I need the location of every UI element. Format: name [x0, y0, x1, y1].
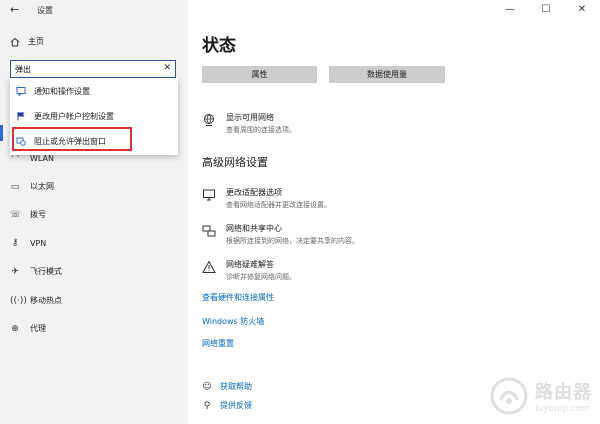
- window-title: 设置: [37, 6, 53, 15]
- sharing-center-item[interactable]: 网络和共享中心 根据所连接到的网络，决定要共享的内容。: [202, 223, 359, 246]
- sidebar: ← 设置 主页 ✕ ◠ WLAN ▭ 以太网 ☏ 拨号 ⚷ VPN ✈ 飞行模式…: [0, 0, 188, 424]
- home-icon: [10, 37, 20, 46]
- help-chat-icon: ☺: [202, 381, 212, 392]
- flag-icon: [16, 111, 26, 121]
- sidebar-item-airplane[interactable]: ✈ 飞行模式: [10, 266, 62, 277]
- sidebar-item-label: 主页: [28, 37, 44, 46]
- sidebar-item-label: 飞行模式: [30, 267, 62, 276]
- hotspot-icon: ((·)): [10, 295, 27, 306]
- data-usage-button[interactable]: 数据使用量: [329, 66, 445, 83]
- watermark: 路由器 luyouqi.com: [489, 376, 592, 416]
- dialup-icon: ☏: [10, 209, 22, 220]
- router-logo-icon: [490, 377, 528, 415]
- hardware-properties-link[interactable]: 查看硬件和连接属性: [202, 292, 274, 303]
- troubleshoot-title: 网络疑难解答: [226, 260, 274, 269]
- minimize-button[interactable]: —: [492, 0, 528, 18]
- sidebar-item-label: 代理: [30, 324, 46, 333]
- vpn-icon: ⚷: [11, 238, 19, 248]
- network-sharing-icon: [202, 225, 216, 237]
- sidebar-item-label: VPN: [30, 238, 47, 248]
- show-networks-subtitle: 查看周围的连接选项。: [226, 126, 296, 134]
- highlight-box: [12, 127, 132, 151]
- sidebar-item-dialup[interactable]: ☏ 拨号: [10, 209, 46, 220]
- page-title: 状态: [202, 36, 236, 56]
- feedback-icon: ⚲: [203, 400, 211, 411]
- back-arrow-icon[interactable]: ←: [10, 3, 19, 16]
- monitor-icon: [203, 189, 215, 201]
- maximize-button[interactable]: ☐: [528, 0, 564, 18]
- network-reset-link[interactable]: 网络重置: [202, 338, 234, 349]
- sidebar-item-label: 移动热点: [30, 296, 62, 305]
- get-help-link[interactable]: ☺ 获取帮助: [202, 381, 252, 392]
- properties-button[interactable]: 属性: [202, 66, 317, 83]
- globe-icon: ⊕: [11, 323, 19, 334]
- search-box[interactable]: ✕: [10, 60, 176, 78]
- show-networks-item[interactable]: 显示可用网络 查看周围的连接选项。: [202, 112, 296, 135]
- clear-icon[interactable]: ✕: [163, 63, 171, 73]
- notification-icon: [16, 86, 26, 96]
- watermark-title: 路由器: [535, 382, 592, 403]
- sidebar-item-ethernet[interactable]: ▭ 以太网: [10, 181, 54, 192]
- sharing-center-subtitle: 根据所连接到的网络，决定要共享的内容。: [226, 237, 359, 245]
- windows-firewall-link[interactable]: Windows 防火墙: [202, 316, 264, 327]
- troubleshoot-item[interactable]: 网络疑难解答 诊断并修复网络问题。: [202, 259, 296, 282]
- sidebar-item-home[interactable]: 主页: [10, 36, 44, 47]
- show-networks-title: 显示可用网络: [226, 113, 274, 122]
- network-globe-icon: [204, 114, 214, 126]
- troubleshoot-subtitle: 诊断并修复网络问题。: [226, 273, 296, 281]
- close-button[interactable]: ✕: [564, 0, 600, 18]
- feedback-link[interactable]: ⚲ 提供反馈: [202, 400, 252, 411]
- sidebar-item-hotspot[interactable]: ((·)) 移动热点: [10, 295, 62, 306]
- suggestion-notifications[interactable]: 通知和操作设置: [10, 79, 178, 103]
- watermark-url: luyouqi.com: [535, 404, 591, 414]
- sidebar-item-label: 以太网: [30, 182, 54, 191]
- selected-indicator: [0, 125, 3, 141]
- search-input[interactable]: [15, 63, 155, 75]
- adapter-options-subtitle: 查看网络适配器并更改连接设置。: [226, 201, 331, 209]
- sidebar-item-vpn[interactable]: ⚷ VPN: [10, 238, 47, 248]
- ethernet-icon: ▭: [10, 181, 20, 192]
- warning-icon: [202, 260, 216, 273]
- airplane-icon: ✈: [11, 266, 19, 277]
- window-controls: — ☐ ✕: [492, 0, 600, 18]
- adapter-options-title: 更改适配器选项: [226, 188, 282, 197]
- main-content: — ☐ ✕ 状态 属性 数据使用量 显示可用网络 查看周围的连接选项。 高级网络…: [188, 0, 600, 424]
- sidebar-item-label: 拨号: [30, 210, 46, 219]
- advanced-network-settings-heading: 高级网络设置: [202, 156, 268, 169]
- sharing-center-title: 网络和共享中心: [226, 224, 282, 233]
- sidebar-item-proxy[interactable]: ⊕ 代理: [10, 323, 46, 334]
- adapter-options-item[interactable]: 更改适配器选项 查看网络适配器并更改连接设置。: [202, 187, 331, 210]
- search-suggestions: 通知和操作设置 更改用户帐户控制设置 阻止或允许弹出窗口: [10, 78, 178, 155]
- suggestion-uac[interactable]: 更改用户帐户控制设置: [10, 104, 178, 128]
